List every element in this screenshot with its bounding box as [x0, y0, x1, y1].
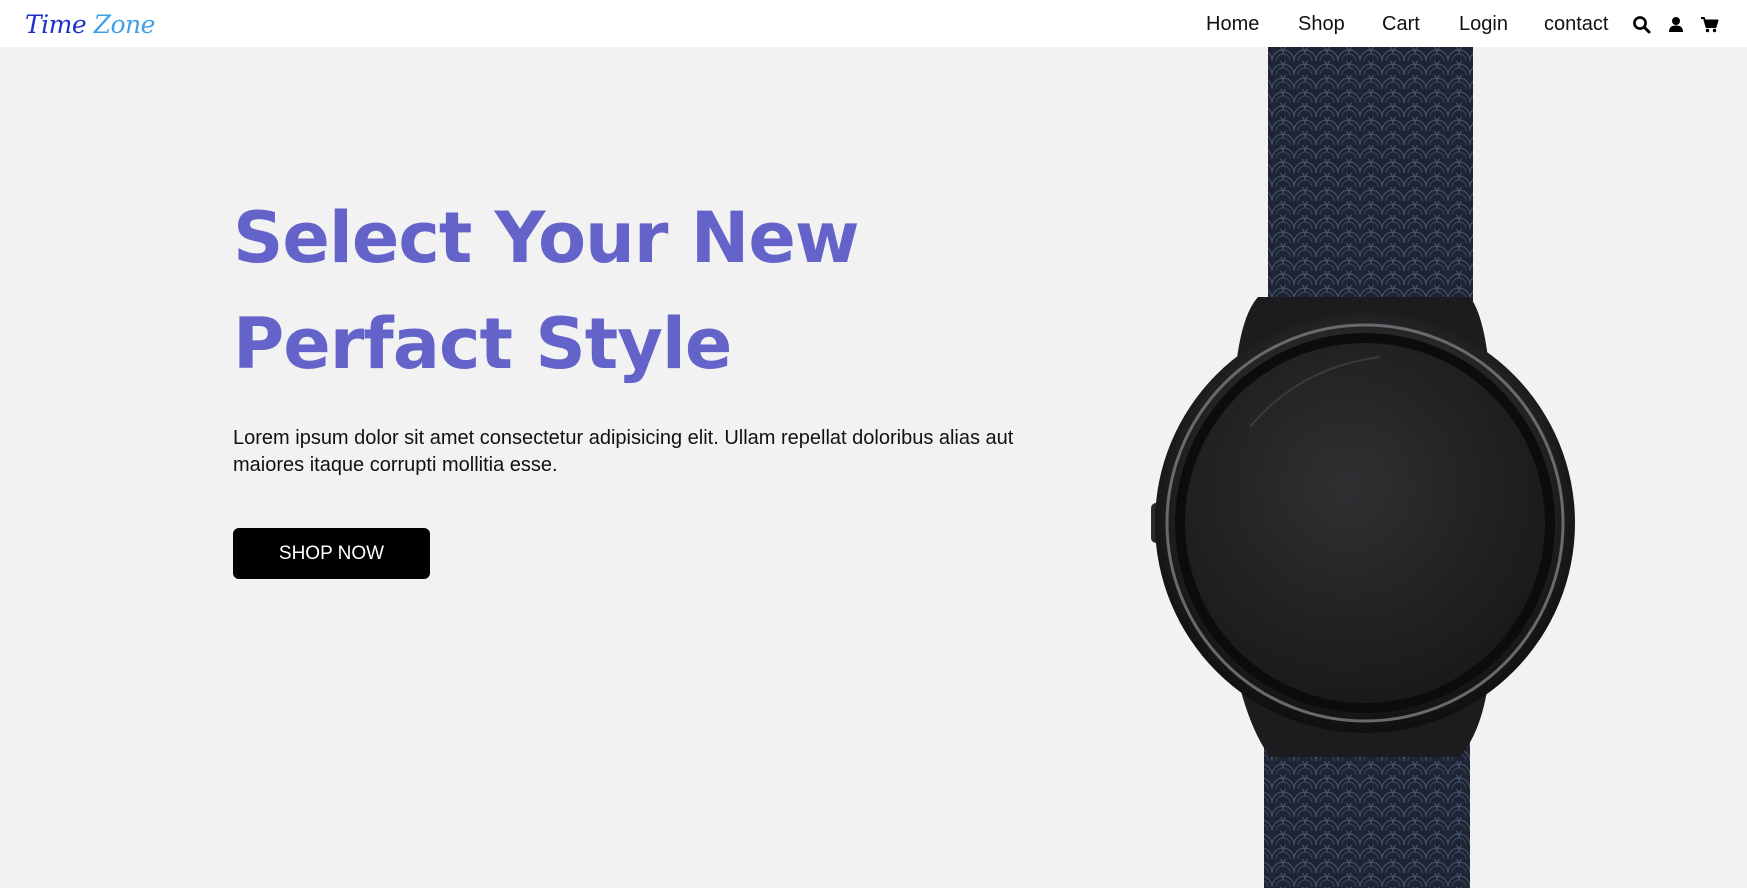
nav-link-login[interactable]: Login [1459, 13, 1508, 36]
nav-link-shop[interactable]: Shop [1298, 13, 1345, 36]
user-icon[interactable] [1666, 15, 1686, 35]
brand-logo[interactable]: Time Zone [25, 10, 155, 39]
watch-image [1140, 47, 1590, 888]
nav-link-cart[interactable]: Cart [1382, 13, 1420, 36]
hero-headline-line2: Perfact Style [233, 303, 732, 385]
cart-icon[interactable] [1700, 15, 1720, 35]
search-icon[interactable] [1632, 15, 1652, 35]
nav-link-contact[interactable]: contact [1544, 13, 1608, 36]
navbar: Time Zone Home Shop Cart Login contact [0, 0, 1747, 47]
nav-link-home[interactable]: Home [1206, 13, 1259, 36]
brand-logo-part1: Time [25, 10, 87, 39]
hero-headline-line1: Select Your New [233, 197, 859, 279]
hero-section: Select Your New Perfact Style Lorem ipsu… [0, 47, 1747, 888]
hero-description: Lorem ipsum dolor sit amet consectetur a… [233, 427, 1014, 476]
shop-now-button[interactable]: SHOP NOW [233, 528, 430, 579]
brand-logo-part2: Zone [93, 10, 156, 39]
